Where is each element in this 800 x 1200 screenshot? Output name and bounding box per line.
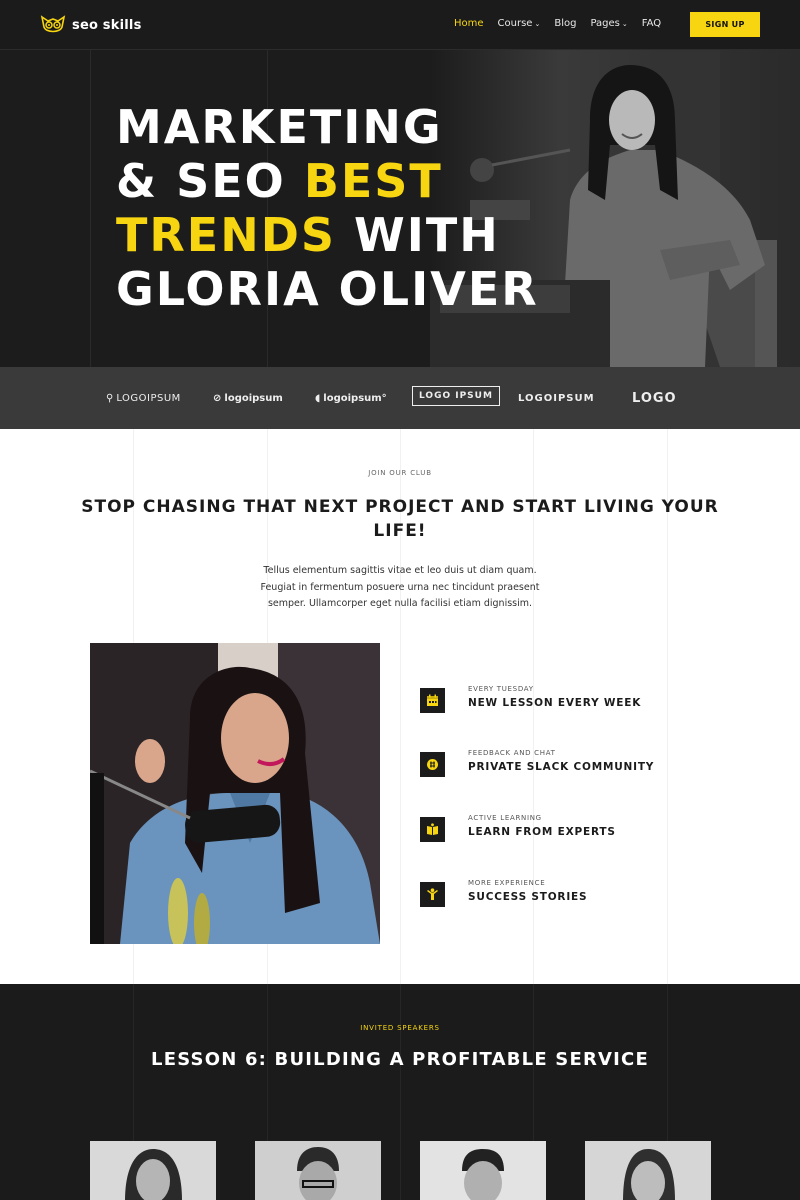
grid-line: [400, 984, 401, 1200]
brand-name: seo skills: [72, 17, 142, 33]
speaker-photo: [255, 1141, 381, 1200]
join-club-section: JOIN OUR CLUB STOP CHASING THAT NEXT PRO…: [0, 429, 800, 984]
partner-logo-4-text: LOGO IPSUM: [419, 391, 493, 401]
nav-blog[interactable]: Blog: [554, 18, 576, 29]
speakers-title: LESSON 6: BUILDING A PROFITABLE SERVICE: [151, 1049, 649, 1070]
nav-course-label: Course: [497, 18, 533, 29]
club-description: Tellus elementum sagittis vitae et leo d…: [260, 565, 540, 609]
chevron-down-icon: ⌄: [534, 19, 541, 28]
speaker-photo: [585, 1141, 711, 1200]
grid-line: [90, 50, 91, 367]
feature-item: ACTIVE LEARNING LEARN FROM EXPERTS: [420, 814, 720, 854]
calendar-icon: [420, 688, 445, 713]
site-header: seo skills Home Course ⌄ Blog Pages ⌄ FAQ …: [0, 0, 800, 50]
host-microphone-photo: [90, 643, 380, 944]
speaker-card[interactable]: [420, 1141, 546, 1200]
nav-blog-label: Blog: [554, 18, 577, 29]
partner-logo-2-text: logoipsum: [224, 392, 283, 404]
nav-pages-label: Pages: [590, 18, 620, 29]
feature-item: EVERY TUESDAY NEW LESSON EVERY WEEK: [420, 685, 720, 725]
partner-logo-2: ⊘ logoipsum: [213, 389, 283, 407]
feature-sub: ACTIVE LEARNING: [468, 814, 542, 822]
partner-logo-1: ⚲ LOGOIPSUM: [106, 389, 181, 407]
speaker-card[interactable]: [585, 1141, 711, 1200]
partner-logo-6: LOGO: [632, 389, 677, 407]
shield-logo-icon: ◖: [315, 392, 321, 404]
feature-sub: EVERY TUESDAY: [468, 685, 534, 693]
feature-sub: MORE EXPERIENCE: [468, 879, 546, 887]
chevron-down-icon: ⌄: [621, 19, 628, 28]
owl-logo-icon: [40, 15, 66, 33]
partner-logo-6-text: LOGO: [632, 390, 677, 406]
partner-logo-5-text: LOGOIPSUM: [518, 392, 595, 404]
hero-title: MARKETING & SEO BEST TRENDS WITH GLORIA …: [116, 100, 539, 316]
partner-logo-1-text: LOGOIPSUM: [116, 392, 181, 404]
slack-icon: [420, 752, 445, 777]
hero-line-2: & SEO BEST: [116, 154, 539, 208]
hero-line-1: MARKETING: [116, 100, 443, 154]
partner-logo-3: ◖ logoipsum°: [315, 389, 387, 407]
speaker-card[interactable]: [90, 1141, 216, 1200]
invited-speakers-section: INVITED SPEAKERS LESSON 6: BUILDING A PR…: [0, 984, 800, 1200]
feature-title: NEW LESSON EVERY WEEK: [468, 697, 642, 709]
speaker-card[interactable]: [255, 1141, 381, 1200]
hero-line-3-yellow: TRENDS: [116, 208, 337, 262]
hero-line-4: GLORIA OLIVER: [116, 262, 539, 316]
nav-faq-label: FAQ: [641, 18, 662, 29]
nav-home[interactable]: Home: [454, 18, 484, 29]
partner-logo-4: LOGO IPSUM: [412, 386, 500, 406]
speakers-eyebrow: INVITED SPEAKERS: [360, 1024, 440, 1032]
main-nav: Home Course ⌄ Blog Pages ⌄ FAQ: [454, 18, 675, 29]
sign-up-button[interactable]: SIGN UP: [690, 12, 760, 37]
slashed-circle-icon: ⊘: [213, 392, 222, 404]
hero-line-2-white: & SEO: [116, 154, 304, 208]
club-title: STOP CHASING THAT NEXT PROJECT AND START…: [81, 497, 719, 541]
book-icon: [420, 817, 445, 842]
nav-home-label: Home: [454, 18, 484, 29]
hero-line-3: TRENDS WITH: [116, 208, 539, 262]
partner-logos-band: ⚲ LOGOIPSUM ⊘ logoipsum ◖ logoipsum° LOG…: [0, 367, 800, 429]
feature-item: FEEDBACK AND CHAT PRIVATE SLACK COMMUNIT…: [420, 749, 720, 789]
feature-title: LEARN FROM EXPERTS: [468, 826, 616, 838]
speaker-photo: [420, 1141, 546, 1200]
hero-line-3-white: WITH: [336, 208, 500, 262]
feature-title: PRIVATE SLACK COMMUNITY: [468, 761, 655, 773]
feature-item: MORE EXPERIENCE SUCCESS STORIES: [420, 879, 720, 919]
nav-pages[interactable]: Pages ⌄: [590, 18, 627, 29]
partner-logo-3-text: logoipsum°: [323, 392, 387, 404]
partner-logo-5: LOGOIPSUM: [518, 389, 595, 407]
feature-sub: FEEDBACK AND CHAT: [468, 749, 556, 757]
speaker-photo: [90, 1141, 216, 1200]
hero-section: MARKETING & SEO BEST TRENDS WITH GLORIA …: [0, 50, 800, 367]
nav-faq[interactable]: FAQ: [642, 18, 661, 29]
feature-title: SUCCESS STORIES: [468, 891, 588, 903]
nav-course[interactable]: Course ⌄: [498, 18, 541, 29]
leaf-icon: ⚲: [106, 392, 114, 404]
club-eyebrow: JOIN OUR CLUB: [368, 469, 432, 477]
trophy-person-icon: [420, 882, 445, 907]
brand-logo[interactable]: seo skills: [40, 15, 142, 35]
hero-line-2-yellow: BEST: [303, 154, 443, 208]
